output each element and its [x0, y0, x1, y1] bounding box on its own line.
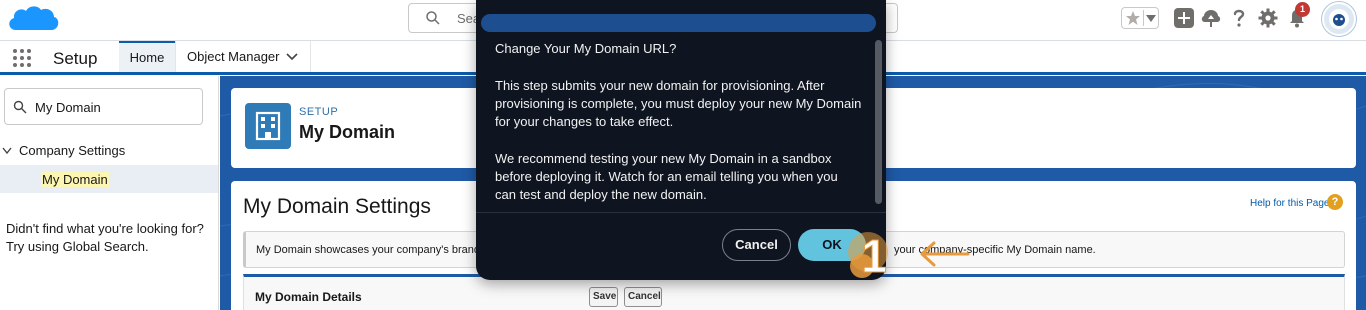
trailhead-guidance-icon[interactable] [1200, 7, 1222, 29]
app-name: Setup [53, 49, 98, 68]
chevron-down-icon[interactable] [1146, 15, 1156, 22]
tree-item-my-domain[interactable]: My Domain [0, 165, 218, 193]
user-avatar[interactable] [1322, 2, 1356, 36]
divider [1143, 10, 1144, 26]
search-icon [426, 11, 440, 25]
dialog-text-line: We recommend testing your new My Domain … [495, 151, 832, 166]
favorites-button-group[interactable] [1121, 7, 1159, 29]
setup-sidebar: My Domain Company Settings My Domain Did… [0, 76, 219, 310]
change-domain-confirm-dialog: Change Your My Domain URL? This step sub… [476, 0, 886, 280]
dialog-heading: Change Your My Domain URL? [495, 41, 677, 56]
chevron-down-icon[interactable] [286, 52, 298, 62]
dialog-text-line: This step submits your new domain for pr… [495, 78, 825, 93]
step-marker: 1 [848, 230, 888, 283]
chevron-down-icon[interactable] [2, 147, 12, 155]
sidebar-help-text: Didn't find what you're looking for? [6, 221, 204, 236]
building-icon [245, 103, 291, 149]
dialog-header-bar [481, 14, 876, 32]
save-button[interactable]: Save [589, 287, 618, 307]
dialog-text-line: provisioning is complete, you must deplo… [495, 96, 862, 111]
divider [476, 212, 886, 213]
tree-section-company-settings[interactable]: Company Settings [19, 143, 125, 158]
search-icon [13, 100, 27, 114]
notification-count-badge: 1 [1295, 2, 1310, 17]
salesforce-cloud-logo[interactable] [6, 2, 60, 38]
info-text: My Domain showcases your company's brand… [256, 244, 496, 256]
tree-item-label: My Domain [41, 172, 109, 187]
sidebar-help-text-2: Try using Global Search. [6, 239, 149, 254]
help-question-icon[interactable]: ? [1327, 194, 1343, 210]
breadcrumb: SETUP [299, 106, 339, 118]
dialog-text-line: for your changes to take effect. [495, 114, 674, 129]
help-icon[interactable] [1228, 7, 1250, 29]
dialog-text-line: before deploying it. Watch for an email … [495, 169, 838, 184]
star-icon[interactable] [1125, 10, 1141, 26]
cancel-button[interactable]: Cancel [624, 287, 662, 307]
dialog-text-line: can test and deploy the new domain. [495, 187, 707, 202]
settings-title: My Domain Settings [243, 195, 431, 218]
step-number: 1 [861, 230, 887, 282]
app-launcher-grid-icon[interactable] [12, 48, 32, 68]
setup-gear-icon[interactable] [1257, 7, 1279, 29]
quick-find-value: My Domain [35, 100, 101, 115]
page-title: My Domain [299, 122, 396, 142]
astro-avatar-icon [1329, 9, 1349, 29]
pointer-arrow [920, 241, 970, 267]
tab-object-manager-label: Object Manager [187, 49, 280, 64]
help-for-this-page-link[interactable]: Help for this Page [1250, 198, 1330, 209]
dialog-cancel-button[interactable]: Cancel [722, 229, 791, 261]
tab-home[interactable]: Home [119, 41, 175, 72]
quick-find-input[interactable]: My Domain [4, 88, 203, 125]
global-actions-add-icon[interactable] [1173, 7, 1195, 29]
section-title: My Domain Details [255, 290, 362, 304]
dialog-body: Change Your My Domain URL? This step sub… [476, 34, 886, 212]
tab-object-manager[interactable]: Object Manager [175, 41, 311, 72]
dialog-scrollbar[interactable] [875, 40, 882, 204]
